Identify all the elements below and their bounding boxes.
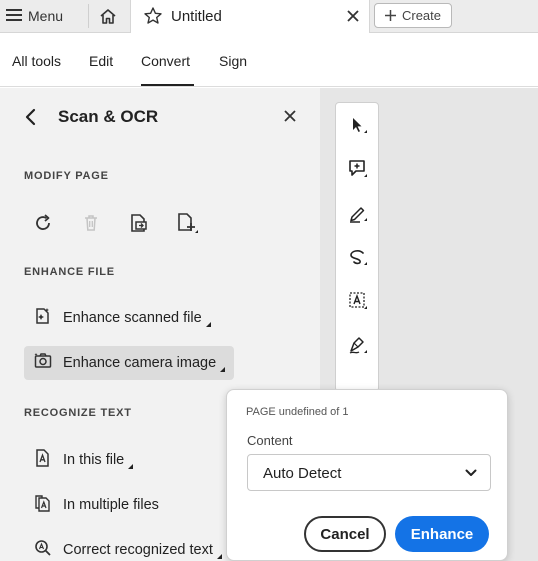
correct-recognized-text-item[interactable]: Correct recognized text: [24, 533, 231, 561]
tab-bar: Menu Untitled Create: [0, 0, 538, 33]
caret-indicator: [205, 321, 211, 327]
correct-recognized-text-label: Correct recognized text: [63, 542, 213, 558]
enhance-scan-icon: [33, 306, 53, 330]
enhance-button[interactable]: Enhance: [395, 516, 489, 552]
section-label-recognize-text: RECOGNIZE TEXT: [24, 407, 132, 419]
recognize-multiple-files-item[interactable]: In multiple files: [24, 488, 168, 522]
hamburger-icon: [6, 8, 22, 24]
sign-icon[interactable]: [344, 331, 372, 359]
quick-tools-rail: [335, 102, 379, 392]
nav-sign[interactable]: Sign: [219, 53, 247, 69]
chevron-down-icon: [464, 466, 478, 485]
delete-icon: [78, 210, 104, 236]
search-text-icon: [33, 538, 53, 561]
section-label-modify-page: MODIFY PAGE: [24, 170, 109, 182]
cancel-button[interactable]: Cancel: [304, 516, 386, 552]
nav-convert[interactable]: Convert: [141, 53, 190, 69]
nav-active-indicator: [141, 84, 194, 86]
caret-indicator: [220, 366, 226, 372]
close-tab-icon[interactable]: [343, 6, 363, 31]
plus-icon: [384, 10, 396, 21]
freehand-draw-icon[interactable]: [344, 243, 372, 271]
tab-title: Untitled: [171, 8, 222, 25]
content-label: Content: [247, 433, 293, 448]
menu-label: Menu: [28, 8, 64, 24]
enhance-scanned-file-item[interactable]: Enhance scanned file: [24, 301, 220, 335]
close-icon[interactable]: [282, 108, 298, 129]
add-comment-icon[interactable]: [344, 155, 372, 183]
create-label: Create: [401, 8, 442, 23]
extract-page-icon[interactable]: [126, 210, 152, 236]
content-select[interactable]: Auto Detect: [247, 454, 491, 491]
content-select-value: Auto Detect: [263, 465, 342, 482]
nav-edit[interactable]: Edit: [89, 53, 113, 69]
in-this-file-label: In this file: [63, 452, 125, 468]
enhance-scanned-file-label: Enhance scanned file: [63, 310, 202, 326]
back-icon[interactable]: [22, 107, 40, 132]
caret-indicator: [128, 463, 134, 469]
nav-all-tools[interactable]: All tools: [12, 53, 61, 69]
recognize-in-this-file-item[interactable]: In this file: [24, 443, 142, 477]
camera-icon: [33, 351, 53, 375]
recognize-text-file-icon: [33, 448, 53, 472]
enhance-options-popover: PAGE undefined of 1 Content Auto Detect …: [226, 389, 508, 561]
panel-title: Scan & OCR: [58, 107, 159, 126]
home-button[interactable]: [96, 4, 120, 28]
in-multiple-files-label: In multiple files: [63, 497, 159, 513]
home-icon: [100, 8, 116, 24]
enhance-camera-image-label: Enhance camera image: [63, 355, 217, 371]
top-nav: All tools Edit Convert Sign: [0, 33, 538, 87]
rotate-icon[interactable]: [30, 210, 56, 236]
create-button[interactable]: Create: [374, 3, 452, 28]
caret-indicator: [216, 553, 222, 559]
section-label-enhance-file: ENHANCE FILE: [24, 266, 115, 278]
page-indicator: PAGE undefined of 1: [246, 406, 349, 418]
multiple-files-icon: [33, 493, 53, 517]
divider: [88, 4, 89, 28]
highlight-pen-icon[interactable]: [344, 199, 372, 227]
insert-page-icon[interactable]: [174, 210, 200, 236]
document-tab[interactable]: Untitled: [130, 0, 370, 33]
select-arrow-icon[interactable]: [344, 111, 372, 139]
star-icon[interactable]: [143, 6, 163, 31]
enhance-camera-image-item[interactable]: Enhance camera image: [24, 346, 235, 380]
menu-button[interactable]: Menu: [6, 4, 63, 28]
text-recognition-icon[interactable]: [344, 287, 372, 315]
